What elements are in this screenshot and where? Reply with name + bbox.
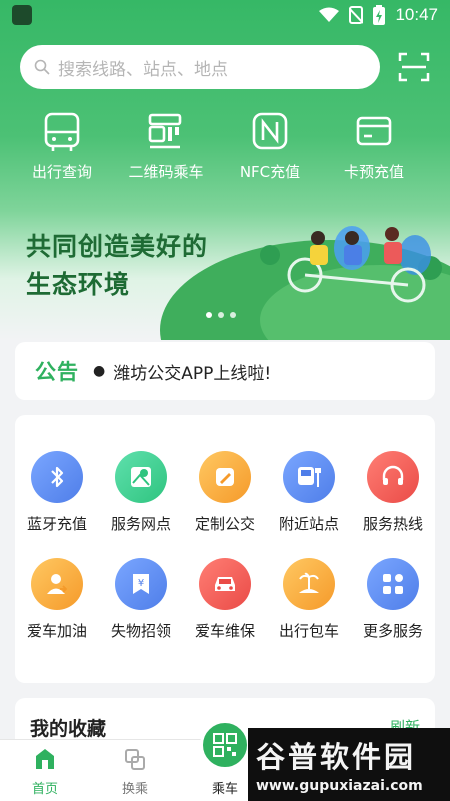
- wifi-icon: [319, 7, 340, 22]
- tab-transfer[interactable]: 换乘: [95, 746, 175, 797]
- search-icon: [34, 59, 50, 75]
- scan-button[interactable]: [398, 52, 430, 82]
- lost-found-icon: ¥: [133, 574, 149, 594]
- qr-code-icon: [213, 733, 237, 757]
- quick-action-label: 卡预充值: [343, 163, 404, 181]
- service-label: 服务网点: [110, 515, 171, 533]
- service-label: 更多服务: [362, 622, 423, 640]
- notice-title: 公告: [35, 360, 79, 384]
- beach-icon: [299, 572, 319, 593]
- service-icon-bg: ¥: [115, 558, 167, 610]
- grid-icon: [383, 574, 403, 594]
- quick-action-trip-query[interactable]: 出行查询: [10, 112, 114, 182]
- service-label: 服务热线: [362, 515, 423, 533]
- service-icon-bg: [367, 451, 419, 503]
- service-icon-bg: [199, 558, 251, 610]
- service-car-fuel[interactable]: 爱车加油: [15, 558, 99, 641]
- car-icon: [215, 577, 235, 591]
- service-lost-found[interactable]: ¥ 失物招领: [99, 558, 183, 641]
- service-charter[interactable]: 出行包车: [267, 558, 351, 641]
- service-hotline[interactable]: 服务热线: [351, 451, 435, 534]
- clock: 10:47: [395, 5, 438, 24]
- banner-dot[interactable]: [230, 312, 236, 318]
- watermark-main-text: 谷普软件园: [256, 740, 417, 774]
- service-more[interactable]: 更多服务: [351, 558, 435, 641]
- service-icon-bg: [115, 451, 167, 503]
- banner-line-2: 生态环境: [26, 270, 131, 299]
- service-icon-bg: [283, 558, 335, 610]
- quick-action-label: NFC充值: [239, 163, 301, 181]
- bus-icon: [44, 112, 80, 151]
- ride-qr-button[interactable]: [200, 720, 250, 770]
- watermark-logo: 谷普软件园 www.gupuxiazai.com: [248, 728, 450, 801]
- bluetooth-icon: [51, 466, 64, 488]
- app-notification-icon: [12, 5, 32, 25]
- headset-icon: [382, 465, 404, 485]
- service-nearby-stops[interactable]: 附近站点: [267, 451, 351, 534]
- quick-action-label: 出行查询: [31, 163, 92, 181]
- banner-slogan: 共同创造美好的 生态环境: [26, 228, 208, 304]
- banner-line-1: 共同创造美好的: [26, 232, 209, 261]
- service-icon-bg: [31, 558, 83, 610]
- svg-text:¥: ¥: [138, 578, 144, 589]
- bus-stop-icon: [298, 467, 321, 487]
- nfc-icon: [252, 112, 288, 150]
- no-sim-icon: [349, 6, 364, 24]
- services-grid: 蓝牙充值 服务网点 定制公交 附近站点 服务热线 爱车加油 ¥ 失物招领 爱车维…: [15, 451, 435, 641]
- status-indicators: 10:47: [319, 5, 438, 25]
- service-icon-bg: [199, 451, 251, 503]
- service-bluetooth-topup[interactable]: 蓝牙充值: [15, 451, 99, 534]
- service-car-maintenance[interactable]: 爱车维保: [183, 558, 267, 641]
- banner-pagination: [206, 312, 236, 318]
- service-label: 定制公交: [194, 515, 255, 533]
- tab-label: 换乘: [121, 782, 148, 797]
- services-panel: 蓝牙充值 服务网点 定制公交 附近站点 服务热线 爱车加油 ¥ 失物招领 爱车维…: [15, 415, 435, 683]
- quick-actions: 出行查询 二维码乘车 NFC充值 卡预充值: [0, 112, 450, 182]
- service-label: 附近站点: [278, 515, 339, 533]
- tab-home[interactable]: 首页: [5, 746, 85, 797]
- service-icon-bg: [283, 451, 335, 503]
- service-label: 出行包车: [278, 622, 339, 640]
- battery-charging-icon: [373, 5, 386, 25]
- favorites-title: 我的收藏: [30, 718, 107, 740]
- watermark-url: www.gupuxiazai.com: [256, 778, 423, 794]
- transfer-icon: [125, 749, 145, 770]
- service-label: 爱车加油: [26, 622, 87, 640]
- quick-action-qr-ride[interactable]: 二维码乘车: [114, 112, 218, 182]
- service-label: 蓝牙充值: [26, 515, 87, 533]
- quick-action-nfc-topup[interactable]: NFC充值: [218, 112, 322, 182]
- banner-dot[interactable]: [218, 312, 224, 318]
- service-custom-bus[interactable]: 定制公交: [183, 451, 267, 534]
- service-icon-bg: [367, 558, 419, 610]
- service-outlets[interactable]: 服务网点: [99, 451, 183, 534]
- notice-text: 潍坊公交APP上线啦!: [113, 363, 272, 384]
- quick-action-card-prepay[interactable]: 卡预充值: [322, 112, 426, 182]
- qr-code-icon: [148, 113, 182, 149]
- tab-label: 首页: [31, 782, 58, 797]
- search-input[interactable]: 搜索线路、站点、地点: [20, 45, 380, 89]
- card-icon: [356, 116, 392, 146]
- service-label: 失物招领: [110, 622, 171, 640]
- fuel-user-icon: [47, 574, 68, 594]
- notice-bar[interactable]: 公告 ● 潍坊公交APP上线啦!: [15, 342, 435, 400]
- service-label: 爱车维保: [194, 622, 255, 640]
- search-placeholder: 搜索线路、站点、地点: [58, 59, 228, 80]
- home-icon: [36, 749, 54, 769]
- quick-action-label: 二维码乘车: [128, 163, 204, 181]
- service-icon-bg: [31, 451, 83, 503]
- pencil-icon: [216, 468, 234, 486]
- scan-icon: [398, 52, 430, 82]
- map-pin-icon: [131, 467, 151, 487]
- notice-bullet-icon: ●: [93, 363, 106, 379]
- banner-dot[interactable]: [206, 312, 212, 318]
- status-bar: 10:47: [0, 0, 450, 32]
